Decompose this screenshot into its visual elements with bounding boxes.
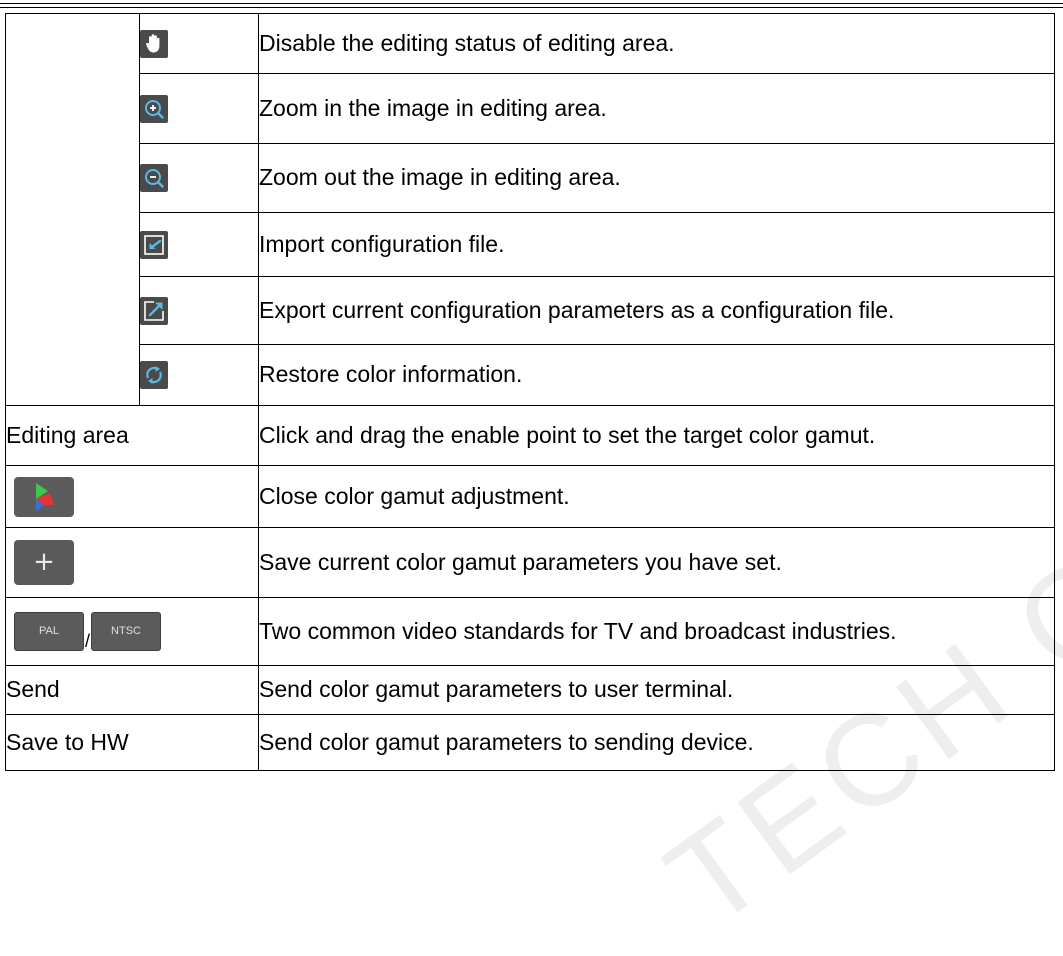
table-row: Disable the editing status of editing ar… [5, 13, 1055, 406]
editing-area-label: Editing area [5, 405, 259, 466]
video-standard-buttons: PAL / NTSC [14, 612, 162, 651]
hand-description: Disable the editing status of editing ar… [258, 13, 1055, 74]
plus-icon: + [14, 540, 74, 585]
icon-cell [139, 13, 259, 74]
table-row: PAL / NTSC Two common video standards fo… [5, 597, 1055, 666]
icon-cell [5, 465, 259, 528]
zoom-in-icon [140, 94, 168, 123]
restore-description: Restore color information. [258, 344, 1055, 406]
table-row: Save to HW Send color gamut parameters t… [5, 714, 1055, 771]
table-row: Close color gamut adjustment. [5, 465, 1055, 528]
hand-icon [140, 29, 168, 58]
zoom-out-description: Zoom out the image in editing area. [258, 143, 1055, 213]
top-rule [0, 3, 1063, 4]
table-row: Send Send color gamut parameters to user… [5, 665, 1055, 715]
close-gamut-description: Close color gamut adjustment. [258, 465, 1055, 528]
toolbar-description-table: Disable the editing status of editing ar… [5, 13, 1055, 771]
standards-description: Two common video standards for TV and br… [258, 597, 1055, 666]
icon-cell: PAL / NTSC [5, 597, 259, 666]
export-icon [140, 296, 168, 325]
restore-icon [140, 361, 168, 390]
icon-cell [139, 212, 259, 277]
icon-cell [139, 73, 259, 144]
send-description: Send color gamut parameters to user term… [258, 665, 1055, 715]
color-gamut-icon [14, 476, 74, 517]
icon-cell: + [5, 527, 259, 598]
ntsc-button: NTSC [91, 612, 162, 651]
import-description: Import configuration file. [258, 212, 1055, 277]
table-row: Editing area Click and drag the enable p… [5, 405, 1055, 466]
zoom-in-description: Zoom in the image in editing area. [258, 73, 1055, 144]
table-row: Zoom in the image in editing area. [6, 73, 1055, 144]
table-row: + Save current color gamut parameters yo… [5, 527, 1055, 598]
icon-cell [139, 344, 259, 406]
icon-cell [139, 276, 259, 345]
top-rule-secondary [0, 7, 1063, 8]
pal-button: PAL [14, 612, 84, 651]
table-row: Restore color information. [6, 344, 1055, 406]
save-params-description: Save current color gamut parameters you … [258, 527, 1055, 598]
editing-area-description: Click and drag the enable point to set t… [258, 405, 1055, 466]
toolbar-group-cell [5, 13, 140, 406]
standard-separator: / [85, 631, 91, 651]
icon-cell [139, 143, 259, 213]
zoom-out-icon [140, 164, 168, 193]
table-row: Import configuration file. [6, 212, 1055, 277]
send-label: Send [5, 665, 259, 715]
save-hw-description: Send color gamut parameters to sending d… [258, 714, 1055, 771]
table-row: Zoom out the image in editing area. [6, 143, 1055, 213]
export-description: Export current configuration parameters … [258, 276, 1055, 345]
table-row: Export current configuration parameters … [6, 276, 1055, 345]
save-hw-label: Save to HW [5, 714, 259, 771]
import-icon [140, 230, 168, 259]
